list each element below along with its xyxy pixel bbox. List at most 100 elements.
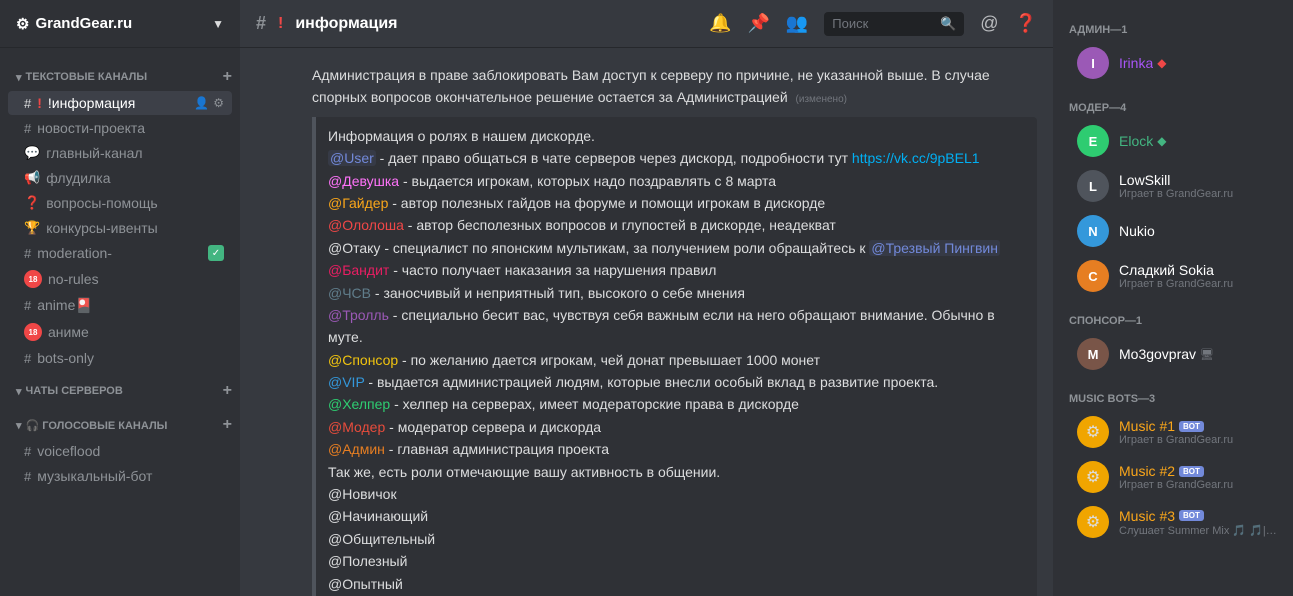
member-nukio[interactable]: N Nukio <box>1061 209 1285 253</box>
channel-item-voiceflood[interactable]: # voiceflood <box>8 439 232 463</box>
channel-item-norules[interactable]: 18 no-rules <box>8 266 232 292</box>
member-name-music2: Music #2 <box>1119 463 1175 479</box>
channel-list: ▾ ТЕКСТОВЫЕ КАНАЛЫ + # ! !информация 👤 ⚙… <box>0 48 240 596</box>
channel-name-anime2: аниме <box>48 324 224 340</box>
add-server-channel-icon[interactable]: + <box>223 382 232 400</box>
category-label: 🎧 ГОЛОСОВЫЕ КАНАЛЫ <box>26 419 168 432</box>
channel-item-main[interactable]: 💬 главный-канал <box>8 141 232 165</box>
chat-icon: 💬 <box>24 145 40 161</box>
member-status-music2: Играет в GrandGear.ru <box>1119 479 1277 491</box>
member-info-mo3govprav: Mo3govprav 🖥 <box>1119 346 1277 362</box>
member-irinka[interactable]: I Irinka ◆ <box>1061 41 1285 85</box>
member-info-irinka: Irinka ◆ <box>1119 55 1277 71</box>
avatar-music2: ⚙ <box>1077 461 1109 493</box>
member-elock[interactable]: E Elock ◆ <box>1061 119 1285 163</box>
embed-line-12: @Модер - модератор сервера и дискорда <box>328 416 1025 438</box>
bell-icon[interactable]: 🔔 <box>709 13 731 34</box>
bot-badge-music1: BOT <box>1179 421 1204 432</box>
hash-icon: # <box>24 96 31 111</box>
settings-person-icon: 👤 <box>194 96 209 110</box>
embed-line-3: @Гайдер - автор полезных гайдов на форум… <box>328 192 1025 214</box>
sidebar: ⚙ GrandGear.ru ▼ ▾ ТЕКСТОВЫЕ КАНАЛЫ + # … <box>0 0 240 596</box>
member-name-sladkiy: Сладкий Sokia <box>1119 262 1214 278</box>
channel-name-voiceflood: voiceflood <box>37 443 224 459</box>
add-text-channel-icon[interactable]: + <box>223 68 232 86</box>
channel-name-moderation: moderation- <box>37 245 202 261</box>
help-icon[interactable]: ❓ <box>1015 13 1037 34</box>
members-category-admin: АДМИН—1 <box>1053 8 1293 40</box>
search-input[interactable] <box>832 16 934 31</box>
embed-line-0: Информация о ролях в нашем дискорде. <box>328 125 1025 147</box>
member-info-lowskill: LowSkill Играет в GrandGear.ru <box>1119 172 1277 200</box>
message-text: Администрация в праве заблокировать Вам … <box>312 67 990 105</box>
channel-item-news[interactable]: # новости-проекта <box>8 116 232 140</box>
channel-item-anime2[interactable]: 18 аниме <box>8 319 232 345</box>
channel-actions-info: 👤 ⚙ <box>194 96 224 110</box>
member-music1[interactable]: ⚙ Music #1 BOT Играет в GrandGear.ru <box>1061 410 1285 454</box>
member-name-nukio: Nukio <box>1119 223 1155 239</box>
channel-item-moderation[interactable]: # moderation- ✓ <box>8 241 232 265</box>
member-lowskill[interactable]: L LowSkill Играет в GrandGear.ru <box>1061 164 1285 208</box>
mention-sponsor: @Спонсор <box>328 352 398 368</box>
member-music3[interactable]: ⚙ Music #3 BOT Слушает Summer Mix 🎵 🎵| B… <box>1061 500 1285 544</box>
mention-helper: @Хелпер <box>328 396 390 412</box>
category-header-servers[interactable]: ▾ ЧАТЫ СЕРВЕРОВ + <box>0 378 240 404</box>
mention-ololosha: @Ололоша <box>328 217 404 233</box>
channel-item-muzbots[interactable]: # музыкальный-бот <box>8 464 232 488</box>
embed-block: Информация о ролях в нашем дискорде. @Us… <box>312 117 1037 596</box>
category-voice: ▾ 🎧 ГОЛОСОВЫЕ КАНАЛЫ + # voiceflood # му… <box>0 412 240 488</box>
members-icon[interactable]: 👥 <box>786 13 808 34</box>
mention-moder: @Модер <box>328 419 385 435</box>
mention-admin: @Админ <box>328 441 385 457</box>
channel-name-flood: флудилка <box>46 170 224 186</box>
embed-line-11: @Хелпер - хелпер на серверах, имеет моде… <box>328 393 1025 415</box>
embed-line-16: @Начинающий <box>328 505 1025 527</box>
diamond-icon-elock: ◆ <box>1157 134 1166 148</box>
member-sladkiy[interactable]: С Сладкий Sokia Играет в GrandGear.ru <box>1061 254 1285 298</box>
member-info-elock: Elock ◆ <box>1119 133 1277 149</box>
embed-line-4: @Ололоша - автор бесполезных вопросов и … <box>328 214 1025 236</box>
embed-line-18: @Полезный <box>328 550 1025 572</box>
trophy-icon: 🏆 <box>24 220 40 236</box>
mention-vip: @VIP <box>328 374 365 390</box>
channel-name-anime: anime🎴 <box>37 297 224 314</box>
embed-line-5: @Отаку - специалист по японским мультика… <box>328 237 1025 259</box>
avatar-music1: ⚙ <box>1077 416 1109 448</box>
avatar-elock: E <box>1077 125 1109 157</box>
18-badge-norules: 18 <box>24 270 42 288</box>
channel-name-bots: bots-only <box>37 350 224 366</box>
add-voice-channel-icon[interactable]: + <box>223 416 232 434</box>
category-header-voice[interactable]: ▾ 🎧 ГОЛОСОВЫЕ КАНАЛЫ + <box>0 412 240 438</box>
channel-item-info[interactable]: # ! !информация 👤 ⚙ <box>8 91 232 115</box>
member-music2[interactable]: ⚙ Music #2 BOT Играет в GrandGear.ru <box>1061 455 1285 499</box>
search-icon: 🔍 <box>940 16 956 32</box>
member-name-music3: Music #3 <box>1119 508 1175 524</box>
pin-icon[interactable]: 📌 <box>747 13 769 34</box>
category-servers: ▾ ЧАТЫ СЕРВЕРОВ + <box>0 378 240 404</box>
channel-item-bots[interactable]: # bots-only <box>8 346 232 370</box>
channel-item-flood[interactable]: 📢 флудилка <box>8 166 232 190</box>
at-icon[interactable]: @ <box>980 13 998 34</box>
category-chevron-icon: ▾ <box>16 419 22 432</box>
channel-name-main: главный-канал <box>46 145 224 161</box>
channel-item-anime[interactable]: # anime🎴 <box>8 293 232 318</box>
search-bar[interactable]: 🔍 <box>824 12 964 36</box>
server-header[interactable]: ⚙ GrandGear.ru ▼ <box>0 0 240 48</box>
member-name-lowskill: LowSkill <box>1119 172 1170 188</box>
member-status-music3: Слушает Summer Mix 🎵 🎵| Ba... <box>1119 524 1277 537</box>
bot-badge-music3: BOT <box>1179 510 1204 521</box>
channel-item-events[interactable]: 🏆 конкурсы-ивенты <box>8 216 232 240</box>
chat-header: # ! информация 🔔 📌 👥 🔍 @ ❓ <box>240 0 1053 48</box>
link-vk[interactable]: https://vk.cc/9pBEL1 <box>852 150 980 166</box>
channel-name-muzbots: музыкальный-бот <box>37 468 224 484</box>
mention-bandit: @Бандит <box>328 262 389 278</box>
member-mo3govprav[interactable]: M Mo3govprav 🖥 <box>1061 332 1285 376</box>
member-info-music3: Music #3 BOT Слушает Summer Mix 🎵 🎵| Ba.… <box>1119 508 1277 537</box>
hash-icon: # <box>24 351 31 366</box>
avatar-nukio: N <box>1077 215 1109 247</box>
message-item: Администрация в праве заблокировать Вам … <box>312 64 1037 109</box>
server-icon: ⚙ <box>16 15 29 33</box>
category-header-text[interactable]: ▾ ТЕКСТОВЫЕ КАНАЛЫ + <box>0 64 240 90</box>
channel-item-questions[interactable]: ❓ вопросы-помощь <box>8 191 232 215</box>
avatar-music3: ⚙ <box>1077 506 1109 538</box>
